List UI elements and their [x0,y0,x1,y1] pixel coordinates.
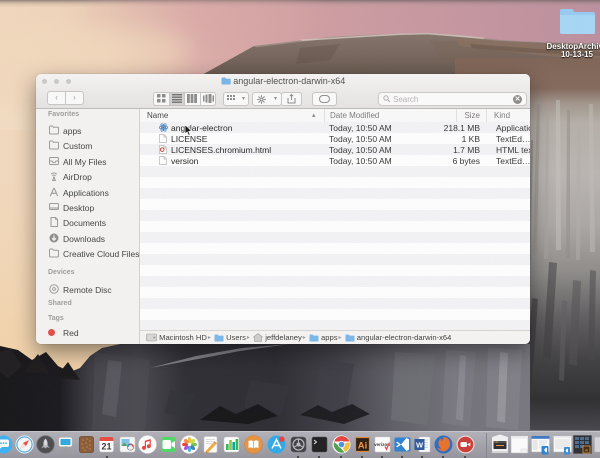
svg-text:21: 21 [101,442,111,452]
svg-text:Ai: Ai [585,448,589,453]
svg-text:W: W [415,441,423,450]
svg-text:Ai: Ai [357,441,367,452]
